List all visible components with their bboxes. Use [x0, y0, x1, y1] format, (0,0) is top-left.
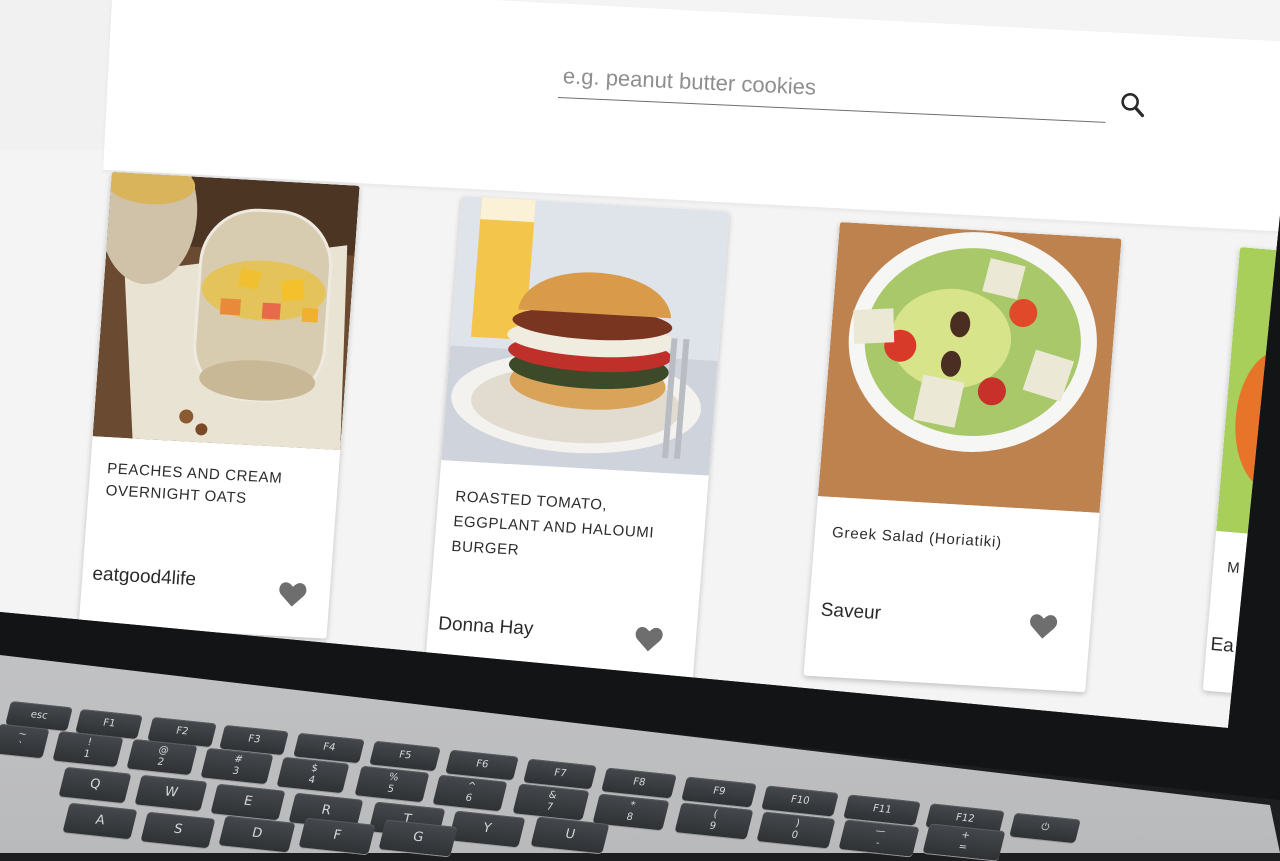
favorite-button[interactable] — [1027, 612, 1059, 642]
recipe-image-overnight-oats[interactable] — [92, 172, 360, 451]
key-backtick[interactable]: ~ ` — [0, 723, 50, 759]
recipe-image-greek-salad[interactable] — [817, 222, 1122, 513]
overnight-oats-photo — [92, 172, 360, 451]
recipe-source: eatgood4life — [91, 563, 197, 591]
heart-icon — [1030, 614, 1058, 639]
heart-icon — [635, 627, 663, 652]
recipe-title: Greek Salad (Horiatiki) — [831, 524, 1003, 552]
recipe-title: PEACHES AND CREAM OVERNIGHT OATS — [105, 460, 283, 507]
search-icon — [1121, 93, 1145, 118]
haloumi-burger-photo — [441, 196, 730, 476]
page-margin — [0, 0, 118, 150]
recipe-image-haloumi-burger[interactable] — [441, 196, 730, 476]
recipe-card[interactable]: PEACHES AND CREAM OVERNIGHT OATS eatgood… — [78, 172, 360, 639]
recipe-source: Donna Hay — [437, 613, 535, 640]
search-button[interactable] — [1117, 89, 1149, 121]
recipe-source: Ea — [1209, 633, 1235, 657]
recipe-source: Saveur — [819, 599, 882, 624]
recipe-card[interactable]: Greek Salad (Horiatiki) Saveur — [803, 222, 1122, 693]
favorite-button[interactable] — [277, 580, 309, 610]
greek-salad-photo — [817, 222, 1122, 513]
recipe-title: ROASTED TOMATO, EGGPLANT AND HALOUMI BUR… — [450, 488, 655, 559]
heart-icon — [279, 582, 307, 607]
recipe-card[interactable]: ROASTED TOMATO, EGGPLANT AND HALOUMI BUR… — [425, 196, 730, 680]
favorite-button[interactable] — [633, 625, 665, 655]
power-icon: ⏻ — [1039, 821, 1051, 834]
